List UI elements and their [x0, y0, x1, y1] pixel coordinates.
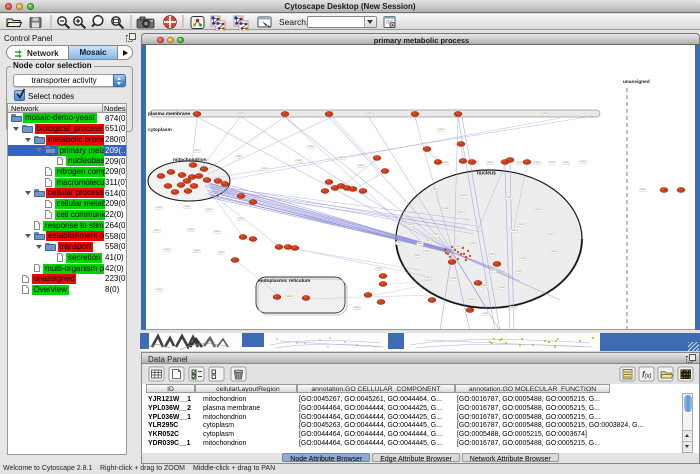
svg-text:nucleus: nucleus: [477, 171, 496, 177]
svg-text:unassigned: unassigned: [623, 79, 650, 85]
svg-text:mitochondrion: mitochondrion: [173, 157, 207, 163]
svg-text:endoplasmic reticulum: endoplasmic reticulum: [258, 278, 310, 284]
svg-text:plasma membrane: plasma membrane: [148, 111, 190, 117]
svg-text:cytoplasm: cytoplasm: [148, 127, 172, 133]
